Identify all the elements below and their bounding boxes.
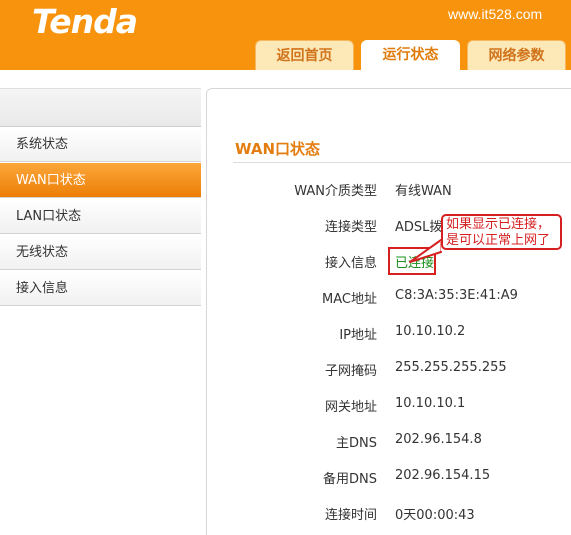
connection-time-value: 0天00:00:43 bbox=[395, 508, 475, 523]
annotation-line-1: 如果显示已连接， bbox=[446, 217, 551, 232]
tenda-logo: Tenda bbox=[32, 2, 138, 41]
tab-home[interactable]: 返回首页 bbox=[255, 40, 354, 70]
gateway-label: 网关地址 bbox=[324, 400, 377, 415]
ip-address-value: 10.10.10.2 bbox=[395, 324, 466, 339]
access-info-label: 接入信息 bbox=[324, 256, 377, 271]
sidebar-item-wan-status[interactable]: WAN口状态 bbox=[0, 163, 201, 198]
connection-type-label: 连接类型 bbox=[324, 220, 377, 235]
sidebar: 系统状态 WAN口状态 LAN口状态 无线状态 接入信息 bbox=[0, 88, 201, 535]
subnet-mask-value: 255.255.255.255 bbox=[395, 360, 507, 375]
tab-running-status[interactable]: 运行状态 bbox=[361, 40, 460, 70]
sidebar-item-lan-status[interactable]: LAN口状态 bbox=[0, 199, 201, 234]
header-bar: Tenda www.it528.com 返回首页 运行状态 网络参数 bbox=[0, 0, 571, 70]
title-divider bbox=[233, 162, 571, 163]
primary-dns-label: 主DNS bbox=[336, 436, 377, 451]
wan-medium-label: WAN介质类型 bbox=[294, 184, 377, 199]
annotation-line-2: 是可以正常上网了 bbox=[446, 233, 551, 248]
gateway-value: 10.10.10.1 bbox=[395, 396, 466, 411]
sidebar-header bbox=[0, 89, 201, 127]
watermark-url: www.it528.com bbox=[448, 6, 543, 22]
subnet-mask-label: 子网掩码 bbox=[324, 364, 377, 379]
sidebar-item-access-info[interactable]: 接入信息 bbox=[0, 271, 201, 306]
ip-address-label: IP地址 bbox=[339, 328, 377, 343]
access-info-value: 已连接 bbox=[395, 256, 435, 271]
main-panel: WAN口状态 WAN介质类型 有线WAN 连接类型 ADSL拨号 接入信息 已连… bbox=[206, 88, 571, 535]
wan-medium-value: 有线WAN bbox=[395, 184, 452, 199]
annotation-callout: 如果显示已连接， 是可以正常上网了 bbox=[441, 214, 562, 250]
sidebar-item-wireless-status[interactable]: 无线状态 bbox=[0, 235, 201, 270]
tab-network-params[interactable]: 网络参数 bbox=[467, 40, 566, 70]
secondary-dns-value: 202.96.154.15 bbox=[395, 468, 491, 483]
mac-address-value: C8:3A:35:3E:41:A9 bbox=[395, 288, 518, 303]
page-title: WAN口状态 bbox=[235, 140, 321, 158]
secondary-dns-label: 备用DNS bbox=[323, 472, 377, 487]
sidebar-item-system-status[interactable]: 系统状态 bbox=[0, 127, 201, 162]
mac-address-label: MAC地址 bbox=[322, 292, 377, 307]
primary-dns-value: 202.96.154.8 bbox=[395, 432, 482, 447]
connection-time-label: 连接时间 bbox=[324, 508, 377, 523]
